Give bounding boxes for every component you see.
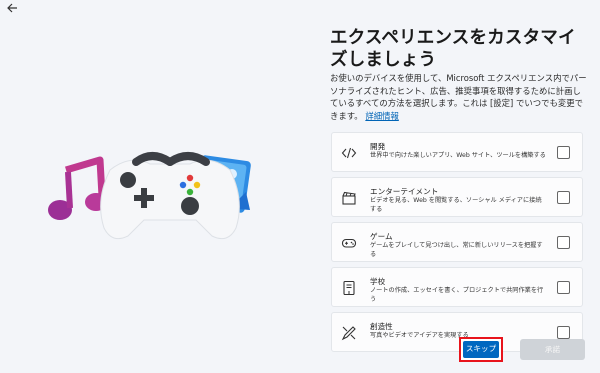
more-info-link[interactable]: 詳細情報 bbox=[365, 111, 399, 121]
accept-button[interactable]: 承諾 bbox=[520, 339, 585, 360]
option-title: 開発 bbox=[370, 142, 386, 151]
option-description: ゲームをプレイして見つけ出し、常に新しいリリースを把握する bbox=[370, 242, 543, 258]
option-development[interactable]: 開発 世界中で向けた楽しいアプリ、Web サイト、ツールを構築する bbox=[331, 132, 583, 172]
option-description: ノートの作成、エッセイを書く、プロジェクトで共同作業を行う bbox=[370, 287, 544, 303]
notebook-icon bbox=[343, 280, 355, 296]
back-button[interactable] bbox=[6, 2, 22, 16]
option-title: 創造性 bbox=[370, 322, 393, 331]
option-title: エンターテイメント bbox=[370, 187, 439, 196]
gamepad-icon bbox=[341, 238, 357, 248]
skip-highlight-frame: スキップ bbox=[459, 337, 503, 362]
page-title: エクスペリエンスをカスタマイズしましょう bbox=[330, 28, 576, 70]
option-checkbox[interactable] bbox=[557, 326, 570, 339]
option-description: ビデオを見る、Web を閲覧する、ソーシャル メディアに接続する bbox=[370, 197, 542, 213]
game-controller-icon bbox=[100, 152, 240, 240]
option-checkbox[interactable] bbox=[557, 191, 570, 204]
music-note-icon bbox=[48, 156, 107, 220]
code-icon bbox=[341, 147, 357, 159]
hero-illustration bbox=[48, 152, 251, 240]
option-checkbox[interactable] bbox=[557, 281, 570, 294]
option-title: 学校 bbox=[370, 277, 386, 286]
option-checkbox[interactable] bbox=[557, 236, 570, 249]
option-checkbox[interactable] bbox=[557, 146, 570, 159]
skip-button[interactable]: スキップ bbox=[463, 341, 499, 358]
page-description: お使いのデバイスを使用して、Microsoft エクスペリエンス内でパーソナライ… bbox=[330, 72, 588, 122]
interest-options-list: 開発 世界中で向けた楽しいアプリ、Web サイト、ツールを構築する エンターテイ… bbox=[331, 132, 583, 357]
option-gaming[interactable]: ゲーム ゲームをプレイして見つけ出し、常に新しいリリースを把握する bbox=[331, 222, 583, 262]
back-arrow-icon bbox=[7, 3, 17, 13]
option-school[interactable]: 学校 ノートの作成、エッセイを書く、プロジェクトで共同作業を行う bbox=[331, 267, 583, 307]
clapperboard-icon bbox=[342, 191, 356, 205]
option-entertainment[interactable]: エンターテイメント ビデオを見る、Web を閲覧する、ソーシャル メディアに接続… bbox=[331, 177, 583, 217]
brush-pencil-icon bbox=[341, 326, 356, 341]
option-title: ゲーム bbox=[370, 232, 393, 241]
option-description: 世界中で向けた楽しいアプリ、Web サイト、ツールを構築する bbox=[370, 152, 546, 159]
